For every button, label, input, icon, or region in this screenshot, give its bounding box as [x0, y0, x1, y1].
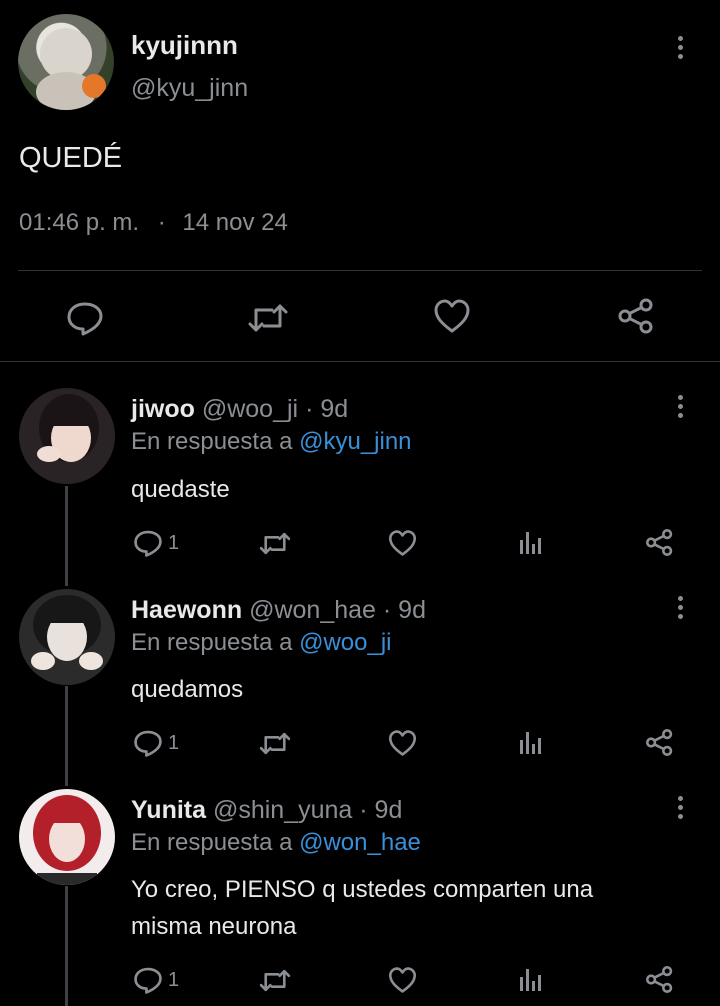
retweet-icon[interactable] — [258, 731, 292, 756]
reply-count: 1 — [168, 732, 180, 754]
reply-header: jiwoo @woo_ji · 9d — [131, 395, 348, 424]
reply-count: 1 — [168, 532, 180, 554]
reply-display-name[interactable]: Yunita — [131, 796, 206, 824]
tweet-timestamp: 01:46 p. m. · 14 nov 24 — [19, 209, 288, 237]
share-icon[interactable] — [645, 528, 674, 557]
reply-header: Yunita @shin_yuna · 9d — [131, 796, 402, 825]
tweet-time: 01:46 p. m. — [19, 209, 140, 236]
heart-icon[interactable] — [433, 298, 471, 334]
reply-prefix: En respuesta a — [131, 629, 293, 656]
reply-to-link[interactable]: @kyu_jinn — [299, 428, 411, 455]
reply-header: Haewonn @won_hae · 9d — [131, 596, 426, 625]
reply-prefix: En respuesta a — [131, 428, 293, 455]
retweet-icon[interactable] — [258, 531, 292, 556]
reply-handle[interactable]: @shin_yuna — [213, 796, 352, 824]
reply-text: quedamos — [131, 676, 244, 703]
reply-display-name[interactable]: Haewonn — [131, 596, 242, 624]
reply-to-link[interactable]: @won_hae — [299, 829, 421, 856]
reply-bubble-icon[interactable] — [66, 300, 104, 336]
retweet-icon[interactable] — [246, 302, 290, 334]
views-bar-chart-icon[interactable] — [518, 530, 544, 556]
heart-icon[interactable] — [388, 966, 417, 994]
reply-context: En respuesta a @won_hae — [131, 829, 421, 857]
thread-line — [65, 886, 68, 1006]
reply-count: 1 — [168, 969, 180, 991]
share-icon[interactable] — [645, 965, 674, 994]
avatar-haewonn[interactable] — [19, 589, 115, 685]
divider — [0, 361, 720, 362]
tweet-text: QUEDÉ — [19, 142, 123, 174]
heart-icon[interactable] — [388, 729, 417, 757]
reply-bubble-icon[interactable] — [133, 729, 163, 757]
avatar-jiwoo-image — [37, 394, 99, 462]
reply-age: · 9d — [382, 596, 426, 624]
more-vertical-icon[interactable] — [668, 792, 692, 822]
more-vertical-icon[interactable] — [668, 391, 692, 421]
reply-age: · 9d — [305, 395, 349, 423]
heart-icon[interactable] — [388, 529, 417, 557]
avatar-kyujinnn[interactable] — [18, 14, 114, 110]
avatar-haewonn-image — [31, 595, 103, 670]
timestamp-separator: · — [157, 209, 166, 236]
reply-context: En respuesta a @kyu_jinn — [131, 428, 412, 456]
avatar-jiwoo[interactable] — [19, 388, 115, 484]
views-bar-chart-icon[interactable] — [518, 967, 544, 993]
views-bar-chart-icon[interactable] — [518, 730, 544, 756]
reply-text: Yo creo, PIENSO q ustedes comparten una — [131, 876, 594, 903]
tweet-date: 14 nov 24 — [182, 209, 288, 236]
reply-handle[interactable]: @woo_ji — [202, 395, 298, 423]
reply-text-line-2: misma neurona — [131, 913, 297, 940]
avatar-kyujinnn-image — [36, 28, 106, 110]
reply-bubble-icon[interactable] — [133, 529, 163, 557]
retweet-icon[interactable] — [258, 968, 292, 993]
reply-text: quedaste — [131, 476, 230, 503]
thread-line — [65, 686, 68, 786]
author-display-name[interactable]: kyujinnn — [131, 30, 238, 61]
more-vertical-icon[interactable] — [668, 592, 692, 622]
thread-line — [65, 486, 68, 586]
reply-age: · 9d — [359, 796, 403, 824]
reply-context: En respuesta a @woo_ji — [131, 629, 392, 657]
reply-handle[interactable]: @won_hae — [249, 596, 376, 624]
share-icon[interactable] — [617, 297, 655, 335]
reply-to-link[interactable]: @woo_ji — [299, 629, 391, 656]
share-icon[interactable] — [645, 728, 674, 757]
avatar-yunita-image — [33, 795, 101, 885]
reply-bubble-icon[interactable] — [133, 966, 163, 994]
reply-display-name[interactable]: jiwoo — [131, 395, 195, 423]
more-vertical-icon[interactable] — [668, 32, 692, 62]
reply-prefix: En respuesta a — [131, 829, 293, 856]
divider — [18, 270, 702, 271]
avatar-yunita[interactable] — [19, 789, 115, 885]
author-handle[interactable]: @kyu_jinn — [131, 74, 248, 103]
